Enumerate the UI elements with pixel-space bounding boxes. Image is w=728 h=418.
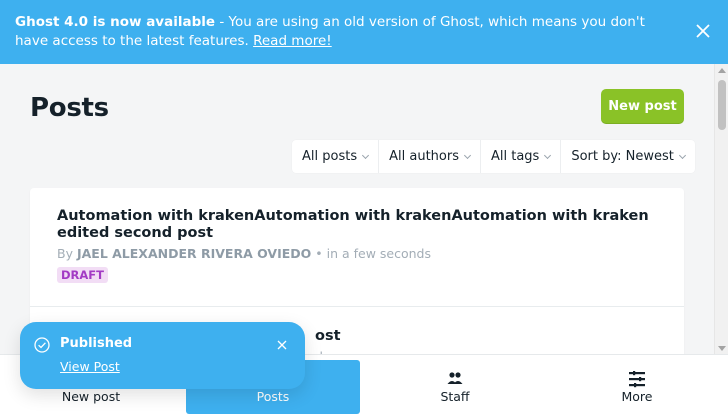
post-title: Automation with krakenAutomation with kr… [57,208,649,241]
nav-label: New post [61,389,121,404]
filter-post-type-label: All posts [302,149,358,164]
nav-staff[interactable]: Staff [368,360,542,414]
scroll-thumb[interactable] [718,80,726,130]
view-post-link[interactable]: View Post [60,359,120,374]
scroll-down-arrow[interactable] [718,346,726,351]
post-filters: All posts All authors All tags Sort by: … [292,140,695,173]
filter-post-type[interactable]: All posts [292,140,380,173]
chevron-down-icon [463,151,472,159]
page-scrollbar[interactable] [714,64,728,354]
chevron-down-icon [362,151,370,159]
app-root: Ghost 4.0 is now available - You are usi… [0,0,728,418]
nav-label: More [621,389,653,404]
post-by: By [57,246,77,261]
close-icon[interactable] [277,340,287,350]
post-author: JAEL ALEXANDER RIVERA OVIEDO [76,246,312,261]
post-meta: By JAEL ALEXANDER RIVERA OVIEDO • in a f… [57,246,657,261]
update-banner: Ghost 4.0 is now available - You are usi… [0,0,728,64]
filter-authors-label: All authors [389,149,459,164]
check-circle-icon [34,337,50,353]
chevron-down-icon [544,151,552,159]
nav-more[interactable]: More [550,360,724,414]
toast-title: Published [60,336,133,351]
post-list-item[interactable]: Automation with krakenAutomation with kr… [30,188,684,307]
post-time: • in a few seconds [311,246,431,261]
more-icon [629,371,645,388]
new-post-button[interactable]: New post [601,89,684,124]
filter-sort-label: Sort by: Newest [571,149,674,164]
staff-icon [447,372,463,384]
nav-label: Staff [440,389,470,404]
banner-read-more-link[interactable]: Read more! [253,33,332,49]
chevron-down-icon [678,151,686,159]
banner-headline: Ghost 4.0 is now available [15,14,216,30]
nav-label: Posts [256,389,290,404]
close-icon[interactable] [696,24,710,38]
filter-authors[interactable]: All authors [379,140,481,173]
status-badge: DRAFT [57,267,109,283]
page-title: Posts [30,93,109,123]
published-toast: Published View Post [20,322,305,389]
filter-sort[interactable]: Sort by: Newest [561,140,695,173]
scroll-up-arrow[interactable] [718,68,726,73]
filter-tags-label: All tags [490,149,540,164]
filter-tags[interactable]: All tags [481,140,562,173]
